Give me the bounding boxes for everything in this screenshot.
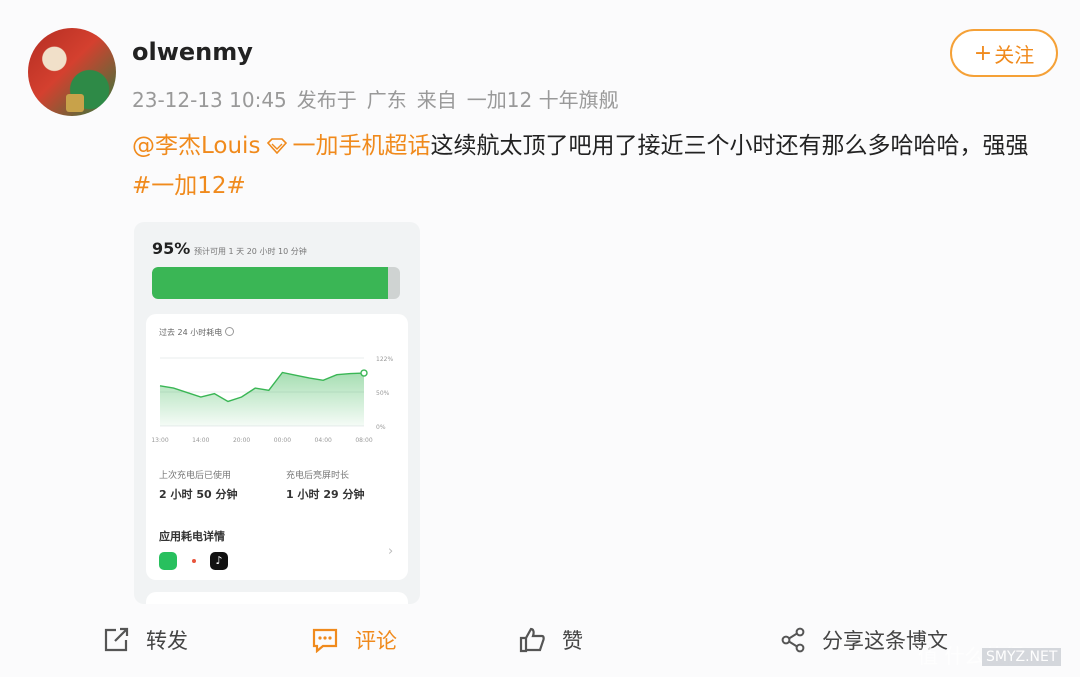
timestamp: 23-12-13 10:45 — [132, 88, 287, 112]
repost-label: 转发 — [146, 629, 188, 653]
notification-dot — [192, 559, 196, 563]
chart-area — [160, 372, 364, 426]
like-label: 赞 — [562, 629, 583, 653]
share-icon — [781, 627, 805, 653]
like-button[interactable]: 赞 — [518, 625, 583, 655]
battery-percent: 95% — [152, 239, 191, 258]
x-tick-label: 20:00 — [233, 437, 250, 444]
comment-button[interactable]: 评论 — [311, 625, 397, 655]
watermark-sub: SMYZ.NET — [982, 648, 1062, 666]
published-label: 发布于 — [296, 88, 357, 112]
topic-link[interactable]: 一加手机超话 — [292, 133, 430, 159]
watermark: 值 什么值得买 SMYZ.NET — [918, 640, 1062, 669]
x-tick-label: 08:00 — [355, 437, 372, 444]
x-tick-label: 00:00 — [274, 437, 291, 444]
username[interactable]: olwenmy — [132, 38, 253, 66]
last-charge-value: 2 小时 50 分钟 — [159, 488, 238, 501]
last-charge-label: 上次充电后已使用 — [159, 471, 232, 481]
post-body: 这续航太顶了吧用了接近三个小时还有那么多哈哈哈，强强 — [430, 133, 1029, 159]
app-usage-label: 应用耗电详情 — [159, 530, 225, 543]
y-tick-label: 122% — [376, 356, 393, 363]
x-tick-label: 04:00 — [315, 437, 332, 444]
battery-estimate: 预计可用 1 天 20 小时 10 分钟 — [194, 247, 307, 256]
like-icon — [519, 627, 545, 653]
post-meta: 23-12-13 10:45 发布于 广东 来自 一加12 十年旗舰 — [132, 84, 629, 113]
tiktok-icon: ♪ — [210, 552, 228, 570]
x-tick-label: 13:00 — [151, 437, 168, 444]
chevron-right-icon: › — [388, 544, 394, 559]
repost-button[interactable]: 转发 — [102, 625, 188, 655]
mention-link[interactable]: @李杰Louis — [132, 133, 260, 159]
battery-chart: 122% 50% 0% 13:00 14:00 20:00 00:00 04:00 08:00 — [151, 356, 393, 444]
diamond-icon — [267, 138, 288, 154]
battery-bar — [152, 267, 400, 299]
repost-icon — [104, 627, 129, 652]
screen-on-value: 1 小时 29 分钟 — [286, 488, 365, 501]
post-text: @李杰Louis 一加手机超话这续航太顶了吧用了接近三个小时还有那么多哈哈哈，强强… — [132, 126, 1042, 206]
y-tick-label: 50% — [376, 390, 390, 397]
avatar[interactable] — [28, 28, 116, 116]
chart-end-point — [360, 369, 368, 377]
source-label: 来自 — [416, 88, 457, 112]
attached-screenshot[interactable]: 95% 预计可用 1 天 20 小时 10 分钟 过去 24 小时耗电 122%… — [134, 222, 420, 604]
wechat-icon — [159, 552, 177, 570]
plus-icon: + — [973, 40, 993, 66]
location: 广东 — [366, 88, 407, 112]
screen-on-label: 充电后亮屏时长 — [286, 471, 350, 481]
usage-card: 过去 24 小时耗电 122% 50% 0% 13:00 14:00 20:00 00:00… — [146, 314, 408, 580]
battery-bar-fill — [152, 267, 388, 299]
avatar-decoration — [66, 94, 84, 112]
follow-button[interactable]: + 关注 — [950, 29, 1058, 77]
comment-icon — [312, 628, 338, 653]
device-name[interactable]: 一加12 十年旗舰 — [467, 88, 619, 112]
hashtag-link[interactable]: #一加12# — [132, 173, 246, 199]
comment-label: 评论 — [355, 629, 397, 653]
y-tick-label: 0% — [376, 424, 386, 431]
follow-label: 关注 — [994, 42, 1035, 67]
x-tick-label: 14:00 — [192, 437, 209, 444]
screenshot-bottom-edge — [146, 592, 408, 604]
